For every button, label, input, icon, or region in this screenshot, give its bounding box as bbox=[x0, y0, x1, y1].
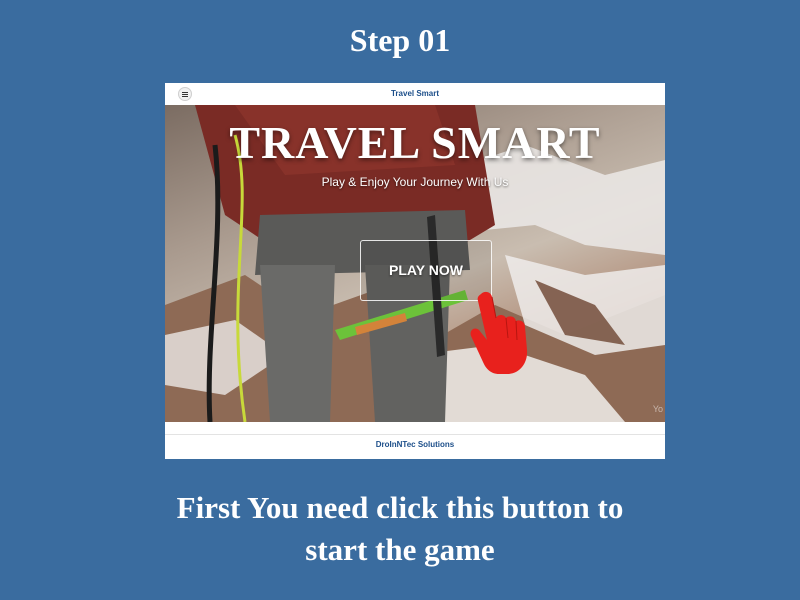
step-title: Step 01 bbox=[349, 22, 451, 58]
hero-subtitle: Play & Enjoy Your Journey With Us bbox=[321, 175, 509, 189]
app-header: Travel Smart bbox=[165, 83, 665, 106]
footer-company-name: DroInNTec Solutions bbox=[375, 440, 455, 449]
hero-title: TRAVEL SMART bbox=[229, 117, 601, 168]
instruction-line-1: First You need click this button to bbox=[176, 490, 624, 525]
instruction-text: First You need click this button to star… bbox=[0, 487, 800, 571]
hero-banner: TRAVEL SMART Play & Enjoy Your Journey W… bbox=[165, 105, 665, 422]
video-watermark: Yo bbox=[652, 404, 663, 414]
app-header-title: Travel Smart bbox=[390, 89, 440, 98]
pointing-hand-icon bbox=[470, 291, 528, 374]
instruction-line-2: start the game bbox=[305, 532, 495, 567]
app-footer: DroInNTec Solutions bbox=[165, 422, 665, 459]
app-screenshot: Travel Smart TRAVEL SMART Play & Enjoy Y… bbox=[165, 83, 665, 459]
